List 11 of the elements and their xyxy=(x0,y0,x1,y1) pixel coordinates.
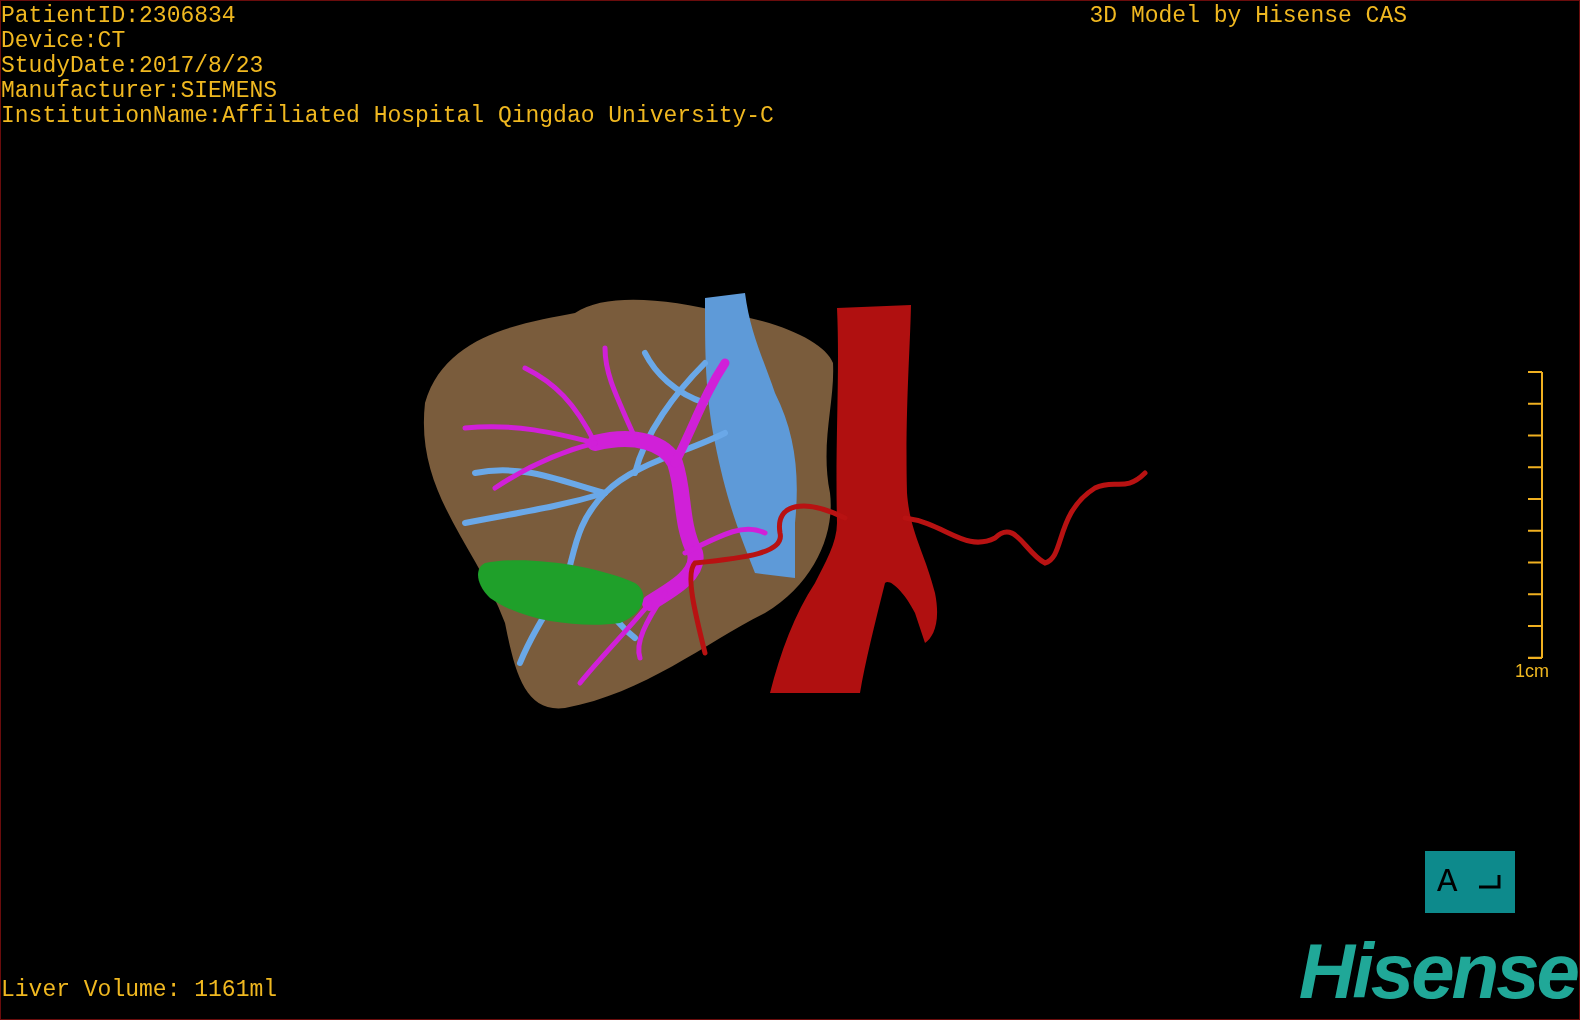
study-info-line: Device:CT xyxy=(1,29,127,54)
study-info-line: PatientID:2306834 xyxy=(1,4,237,29)
orientation-label: A xyxy=(1437,863,1458,901)
brand-logo: Hisense xyxy=(1298,933,1577,1009)
corner-icon xyxy=(1479,875,1501,889)
scale-label: 1cm xyxy=(1515,661,1549,682)
study-info-line: Manufacturer:SIEMENS xyxy=(1,79,279,104)
study-info-line: StudyDate:2017/8/23 xyxy=(1,54,265,79)
liver-volume: Liver Volume: 1161ml xyxy=(1,978,278,1005)
model-credit: 3D Model by Hisense CAS xyxy=(1089,4,1407,31)
study-info-line: InstitutionName:Affiliated Hospital Qingdao University-C xyxy=(1,104,774,129)
